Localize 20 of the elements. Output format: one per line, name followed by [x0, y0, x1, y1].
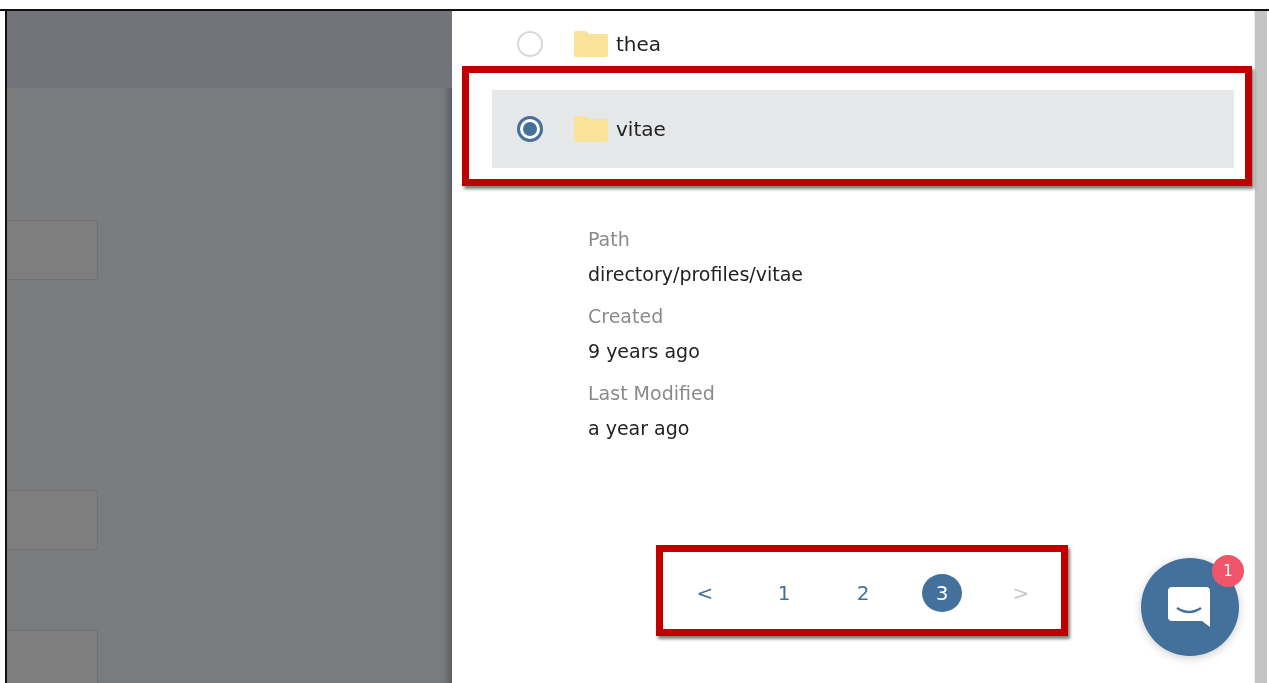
detail-value: a year ago — [588, 416, 691, 441]
folder-row[interactable]: vitae — [492, 90, 1234, 168]
scrollbar[interactable] — [1254, 11, 1267, 683]
folder-row[interactable]: thea — [492, 0, 1234, 64]
previous-page-button[interactable]: < — [685, 574, 725, 612]
folder-name: thea — [616, 32, 662, 56]
folder-icon — [574, 116, 608, 142]
folder-name: vitae — [616, 117, 666, 141]
chat-button[interactable] — [1141, 558, 1239, 656]
folder-icon — [574, 31, 608, 57]
page-button[interactable]: 3 — [922, 574, 962, 612]
detail-value: 9 years ago — [588, 339, 701, 364]
radio-button[interactable] — [517, 116, 543, 142]
detail-label: Created — [588, 304, 665, 329]
detail-label: Path — [588, 227, 631, 252]
notification-badge: 1 — [1212, 555, 1244, 587]
page-button[interactable]: 2 — [843, 574, 883, 612]
detail-value: directory/profiles/vitae — [588, 262, 805, 287]
detail-label: Last Modified — [588, 381, 716, 406]
page-button[interactable]: 1 — [764, 574, 804, 612]
